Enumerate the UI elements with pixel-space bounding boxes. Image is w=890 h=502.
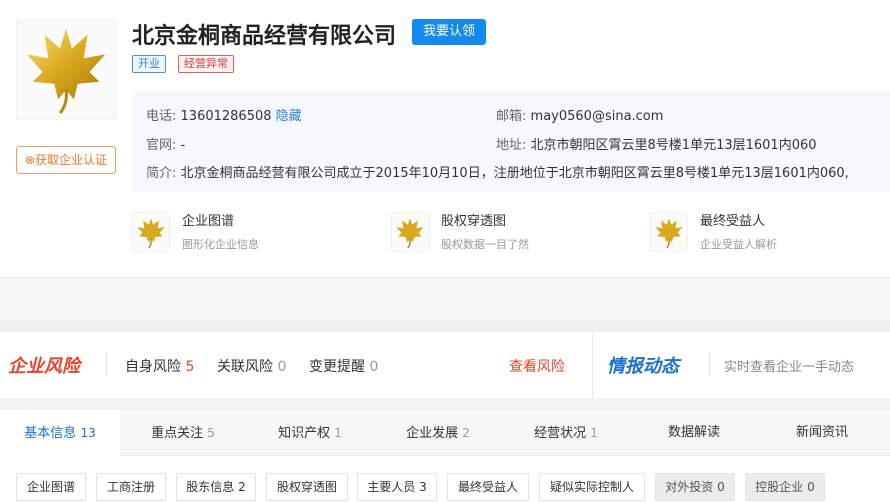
tab-operations[interactable]: 经营状况 1 — [502, 410, 630, 456]
maple-leaf-icon — [391, 212, 429, 252]
maple-leaf-logo-icon — [26, 28, 106, 115]
hide-phone-link[interactable]: 隐藏 — [276, 109, 302, 124]
risk-item-related[interactable]: 关联风险 0 — [217, 356, 286, 376]
address-value[interactable]: 北京市朝阳区霄云里8号楼1单元13层1601内060 — [531, 138, 817, 153]
chip-outbound-investment: 对外投资 0 — [655, 473, 735, 501]
certification-icon: ⊗ — [24, 153, 36, 167]
divider — [709, 352, 710, 376]
intel-subtitle[interactable]: 实时查看企业一手动态 — [724, 356, 854, 375]
website-value: - — [180, 138, 186, 153]
chip-shareholders[interactable]: 股东信息 2 — [176, 473, 256, 501]
tab-development[interactable]: 企业发展 2 — [374, 410, 502, 456]
intro-row: 简介: 北京金桐商品经营有限公司成立于2015年10月10日，注册地位于北京市朝… — [146, 166, 849, 181]
chip-holding-companies: 控股企业 0 — [745, 473, 825, 501]
section-divider — [0, 277, 890, 320]
maple-leaf-icon — [650, 212, 688, 252]
intel-title[interactable]: 情报动态 — [607, 352, 679, 378]
section-divider — [0, 320, 890, 332]
website-row: 官网: - — [146, 138, 186, 153]
claim-button[interactable]: 我要认领 — [412, 19, 486, 45]
address-row: 地址: 北京市朝阳区霄云里8号楼1单元13层1601内060 — [496, 138, 817, 153]
phone-row: 电话: 13601286508 隐藏 — [146, 109, 302, 124]
chip-enterprise-graph[interactable]: 企业图谱 — [16, 473, 86, 501]
chip-business-registration[interactable]: 工商注册 — [96, 473, 166, 501]
tab-ip[interactable]: 知识产权 1 — [246, 410, 374, 456]
maple-leaf-icon — [132, 212, 170, 252]
tab-news[interactable]: 新闻资讯 — [758, 410, 886, 456]
chip-ultimate-beneficiary[interactable]: 最终受益人 — [447, 473, 529, 501]
divider — [106, 352, 107, 376]
divider — [592, 332, 593, 398]
tab-key-focus[interactable]: 重点关注 5 — [120, 410, 246, 456]
view-risk-link[interactable]: 查看风险 — [509, 356, 565, 376]
risk-item-self[interactable]: 自身风险 5 — [125, 356, 194, 376]
chip-actual-controller[interactable]: 疑似实际控制人 — [539, 473, 645, 501]
intro-value: 北京金桐商品经营有限公司成立于2015年10月10日，注册地位于北京市朝阳区霄云… — [180, 166, 849, 181]
phone-value: 13601286508 — [180, 109, 272, 124]
status-badge-open: 开业 — [132, 55, 166, 73]
risk-item-change[interactable]: 变更提醒 0 — [309, 356, 378, 376]
tab-data-insight[interactable]: 数据解读 — [630, 410, 758, 456]
email-row: 邮箱: may0560@sina.com — [496, 109, 664, 124]
status-badge-abnormal[interactable]: 经营异常 — [178, 55, 234, 73]
company-name: 北京金桐商品经营有限公司 — [132, 24, 397, 49]
company-logo — [16, 20, 116, 120]
chip-equity-penetration[interactable]: 股权穿透图 — [266, 473, 348, 501]
email-value[interactable]: may0560@sina.com — [531, 109, 664, 124]
tab-basic-info[interactable]: 基本信息 13 — [0, 410, 120, 456]
risk-title: 企业风险 — [8, 356, 80, 377]
get-certification-button[interactable]: ⊗获取企业认证 — [16, 146, 116, 174]
chip-key-personnel[interactable]: 主要人员 3 — [357, 473, 437, 501]
section-divider — [0, 398, 890, 410]
